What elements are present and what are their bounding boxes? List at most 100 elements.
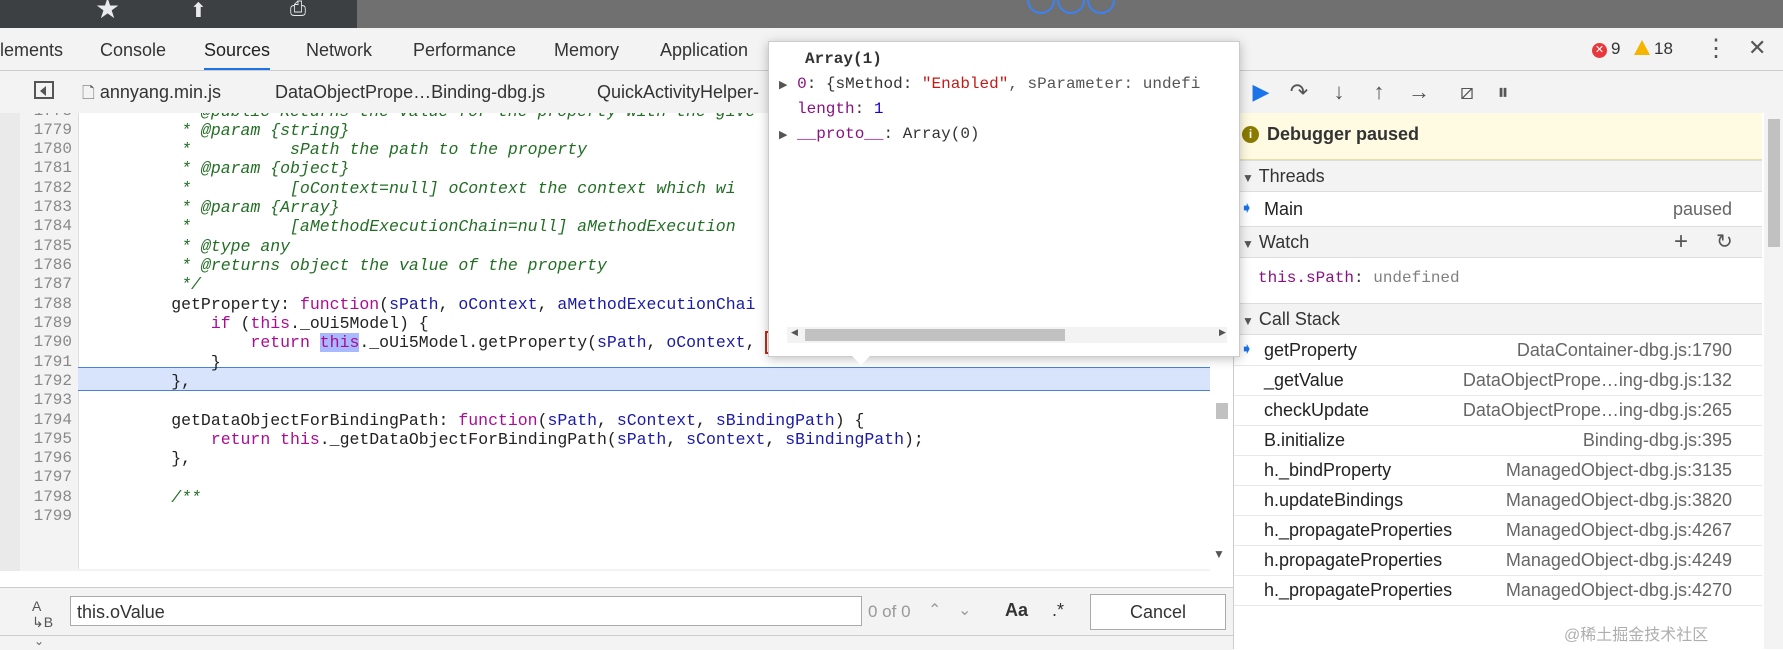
line-number[interactable]: 1789	[20, 314, 72, 332]
callstack-frame[interactable]: h._propagateProperties ManagedObject-dbg.…	[1234, 515, 1762, 546]
line-number[interactable]: 1781	[20, 159, 72, 177]
resume-icon[interactable]: ▶	[1247, 79, 1275, 105]
step-over-icon[interactable]: ↷	[1285, 79, 1313, 105]
line-number[interactable]: 1796	[20, 449, 72, 467]
pause-on-exceptions-icon[interactable]: ⏸	[1489, 79, 1517, 105]
warning-count[interactable]: 18	[1634, 39, 1673, 59]
tab-application[interactable]: Application	[660, 28, 748, 70]
refresh-icon[interactable]: ↻	[1716, 227, 1733, 257]
line-number[interactable]: 1798	[20, 488, 72, 506]
step-icon[interactable]: →	[1405, 79, 1433, 105]
error-count[interactable]: ✕ 9	[1592, 39, 1620, 59]
code-line: */	[92, 275, 201, 294]
chevron-down-icon[interactable]: ⌄	[34, 634, 44, 648]
selected-token[interactable]: this	[319, 333, 360, 352]
line-number[interactable]: 1786	[20, 256, 72, 274]
thread-row[interactable]: ➧ Main paused	[1234, 192, 1762, 227]
search-input[interactable]: this.oValue	[70, 596, 862, 626]
line-number[interactable]: 1785	[20, 237, 72, 255]
expand-arrow-icon[interactable]: ▶	[779, 80, 787, 92]
frame-location[interactable]: Binding-dbg.js:395	[1583, 425, 1732, 455]
callstack-frame[interactable]: h._propagateProperties ManagedObject-dbg.…	[1234, 575, 1762, 606]
close-icon[interactable]: ✕	[1748, 35, 1766, 61]
share-icon[interactable]: ⎙	[290, 0, 306, 21]
frame-location[interactable]: ManagedObject-dbg.js:3135	[1506, 455, 1732, 485]
file-tab[interactable]: DataObjectPrope…Binding-dbg.js	[275, 71, 545, 113]
tab-network[interactable]: Network	[306, 28, 372, 70]
frame-function: h._bindProperty	[1264, 460, 1392, 480]
tab-memory[interactable]: Memory	[554, 28, 619, 70]
line-number[interactable]: 1779	[20, 121, 72, 139]
expand-arrow-icon[interactable]: ▶	[779, 130, 787, 142]
cancel-button[interactable]: Cancel	[1090, 594, 1226, 630]
replace-toggle-icon[interactable]: A ↳B	[32, 598, 53, 631]
line-number[interactable]: 1793	[20, 391, 72, 409]
line-number[interactable]: 1778	[20, 113, 72, 120]
line-number[interactable]: 1784	[20, 217, 72, 235]
match-case-button[interactable]: Aa	[1005, 600, 1028, 621]
editor-scroll-thumb[interactable]	[1216, 403, 1228, 419]
line-number[interactable]: 1799	[20, 507, 72, 525]
line-number[interactable]: 1791	[20, 353, 72, 371]
callstack-frame[interactable]: h.updateBindings ManagedObject-dbg.js:382…	[1234, 485, 1762, 516]
line-number[interactable]: 1795	[20, 430, 72, 448]
file-tab[interactable]: QuickActivityHelper-	[597, 71, 759, 113]
tab-sources[interactable]: Sources	[204, 28, 271, 70]
deactivate-breakpoints-icon[interactable]: ⧄	[1453, 79, 1481, 105]
callstack-frame[interactable]: h._bindProperty ManagedObject-dbg.js:3135	[1234, 455, 1762, 486]
upload-icon[interactable]: ⬆	[190, 0, 207, 23]
tab-performance[interactable]: Performance	[413, 28, 516, 70]
frame-location[interactable]: DataObjectPrope…ing-dbg.js:132	[1463, 365, 1732, 395]
star-icon[interactable]: ★	[95, 0, 120, 25]
scroll-left-icon[interactable]: ◀	[791, 328, 798, 338]
toggle-navigator-icon[interactable]	[34, 81, 54, 99]
callstack-header[interactable]: ▼ Call Stack	[1234, 303, 1762, 335]
editor-horizontal-scrollbar[interactable]	[78, 569, 1210, 571]
callstack-frame[interactable]: B.initialize Binding-dbg.js:395	[1234, 425, 1762, 456]
line-number[interactable]: 1783	[20, 198, 72, 216]
thread-state: paused	[1672, 199, 1732, 219]
frame-location[interactable]: ManagedObject-dbg.js:3820	[1506, 485, 1732, 515]
watch-expression[interactable]: this.sPath: undefined	[1258, 269, 1460, 287]
frame-location[interactable]: ManagedObject-dbg.js:4249	[1506, 545, 1732, 575]
frame-location[interactable]: ManagedObject-dbg.js:4270	[1506, 575, 1732, 605]
watch-header[interactable]: ▼ Watch + ↻	[1234, 226, 1762, 258]
scroll-down-icon[interactable]: ▼	[1213, 547, 1225, 561]
callstack-frame[interactable]: h.propagateProperties ManagedObject-dbg.j…	[1234, 545, 1762, 576]
popover-proto[interactable]: ▶ __proto__: Array(0)	[779, 125, 980, 143]
regex-button[interactable]: .*	[1052, 600, 1064, 621]
more-menu-icon[interactable]: ⋮	[1704, 34, 1728, 63]
tab-elements[interactable]: lements	[0, 28, 63, 70]
frame-location[interactable]: DataObjectPrope…ing-dbg.js:265	[1463, 395, 1732, 425]
step-out-icon[interactable]: ↑	[1365, 79, 1393, 105]
line-number[interactable]: 1792	[20, 372, 72, 390]
line-number[interactable]: 1788	[20, 295, 72, 313]
value-popover[interactable]: Array(1) ▶ 0: {sMethod: "Enabled", sPara…	[768, 41, 1240, 365]
code-line: * [aMethodExecutionChain=null] aMethodEx…	[92, 217, 736, 236]
frame-location[interactable]: DataContainer-dbg.js:1790	[1517, 335, 1732, 365]
scroll-right-icon[interactable]: ▶	[1219, 328, 1226, 338]
search-next-icon[interactable]: ⌄	[958, 600, 971, 620]
threads-header[interactable]: ▼ Threads	[1234, 160, 1762, 192]
popover-item-0[interactable]: ▶ 0: {sMethod: "Enabled", sParameter: un…	[779, 75, 1200, 93]
line-number[interactable]: 1782	[20, 179, 72, 197]
callstack-frame[interactable]: checkUpdate DataObjectPrope…ing-dbg.js:26…	[1234, 395, 1762, 426]
add-watch-icon[interactable]: +	[1674, 227, 1688, 257]
file-tab[interactable]: 🗋 annyang.min.js	[82, 71, 221, 113]
callstack-frame[interactable]: ➧ getProperty DataContainer-dbg.js:1790	[1234, 335, 1762, 366]
callstack-frame[interactable]: _getValue DataObjectPrope…ing-dbg.js:132	[1234, 365, 1762, 396]
frame-location[interactable]: ManagedObject-dbg.js:4267	[1506, 515, 1732, 545]
code-line: },	[92, 449, 192, 468]
line-number[interactable]: 1787	[20, 275, 72, 293]
line-number[interactable]: 1790	[20, 333, 72, 351]
frame-function: checkUpdate	[1264, 400, 1370, 420]
line-number[interactable]: 1780	[20, 140, 72, 158]
search-prev-icon[interactable]: ⌃	[928, 600, 941, 620]
popover-hscroll-thumb[interactable]	[805, 329, 1065, 341]
info-icon: i	[1242, 126, 1259, 143]
tab-console[interactable]: Console	[100, 28, 166, 70]
step-into-icon[interactable]: ↓	[1325, 79, 1353, 105]
line-number[interactable]: 1794	[20, 411, 72, 429]
line-number[interactable]: 1797	[20, 468, 72, 486]
sidebar-scroll-thumb[interactable]	[1768, 119, 1780, 247]
